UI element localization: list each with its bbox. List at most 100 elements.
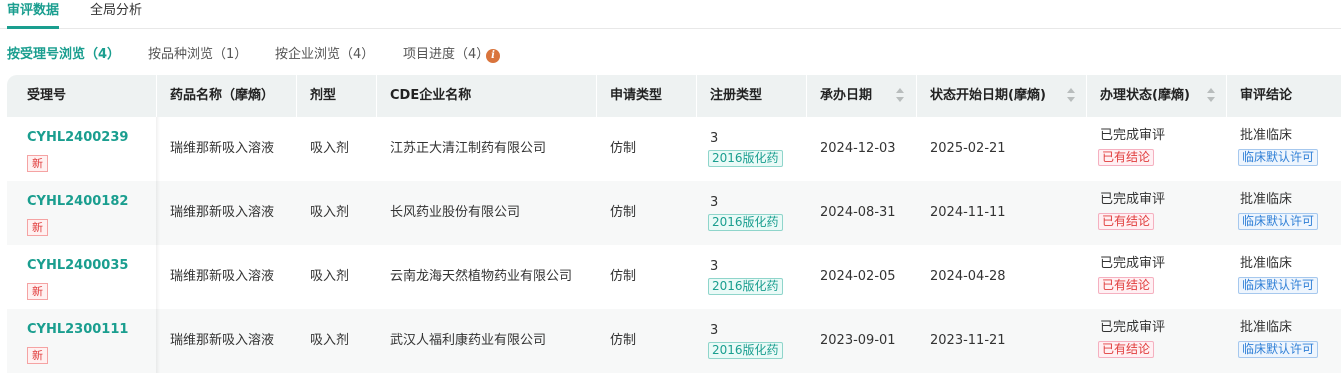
col-company-label: CDE企业名称 [390,88,472,103]
status-value: 已完成审评 [1100,320,1166,335]
reg-version-tag: 2016版化药 [708,278,783,295]
reg-class-value: 3 [710,195,719,210]
undertake-date-cell: 2024-08-31 [820,205,896,220]
subtab-by-company[interactable]: 按企业浏览（4） [275,45,374,65]
conclusion-cell: 批准临床 临床默认许可 [1227,245,1341,309]
status-start-date-cell: 2023-11-21 [930,333,1006,348]
info-icon[interactable]: i [486,49,500,63]
reg-class-value: 3 [710,259,719,274]
application-type-cell: 仿制 [610,333,637,348]
reg-type-cell: 3 2016版化药 [697,117,807,181]
status-cell: 已完成审评 已有结论 [1087,181,1227,245]
subtab-project-progress[interactable]: 项目进度（4） [403,45,489,65]
reg-type-cell: 3 2016版化药 [697,309,807,373]
status-cell: 已完成审评 已有结论 [1087,117,1227,181]
fixed-column-shadow [156,117,160,373]
col-reg-type-label: 注册类型 [710,88,763,103]
company-cell: 云南龙海天然植物药业有限公司 [390,269,573,284]
conclusion-tag: 临床默认许可 [1238,213,1319,230]
undertake-date-cell: 2024-02-05 [820,269,896,284]
conclusion-value: 批准临床 [1240,128,1293,143]
sort-icon[interactable] [896,88,904,104]
sort-icon[interactable] [1207,88,1215,104]
acceptance-no-link[interactable]: CYHL2400035 [27,257,128,275]
acceptance-no-link[interactable]: CYHL2300111 [27,321,128,339]
dosage-form-cell: 吸入剂 [310,141,350,156]
col-acceptance-no-label: 受理号 [27,88,67,103]
new-badge: 新 [27,283,48,300]
col-status-label: 办理状态(摩熵) [1100,88,1190,103]
undertake-date-cell: 2024-12-03 [820,141,896,156]
new-badge: 新 [27,155,48,172]
conclusion-cell: 批准临床 临床默认许可 [1227,117,1341,181]
new-badge: 新 [27,347,48,364]
application-type-cell: 仿制 [610,205,637,220]
col-dosage-form: 剂型 [297,75,377,117]
drug-name-cell: 瑞维那新吸入溶液 [170,205,275,220]
conclusion-value: 批准临床 [1240,192,1293,207]
col-application-type-label: 申请类型 [610,88,663,103]
conclusion-tag: 临床默认许可 [1238,341,1319,358]
table-row[interactable]: CYHL2400035 新 瑞维那新吸入溶液 吸入剂 云南龙海天然植物药业有限公… [7,245,1341,309]
sort-icon[interactable] [1067,88,1075,104]
tab-review-data[interactable]: 审评数据 [7,2,59,20]
reg-version-tag: 2016版化药 [708,342,783,359]
tab-global-analysis[interactable]: 全局分析 [90,2,142,20]
drug-name-cell: 瑞维那新吸入溶液 [170,269,275,284]
company-cell: 长风药业股份有限公司 [390,205,521,220]
drug-name-cell: 瑞维那新吸入溶液 [170,141,275,156]
col-application-type: 申请类型 [597,75,697,117]
col-undertake-date[interactable]: 承办日期 [807,75,917,117]
col-dosage-form-label: 剂型 [310,88,337,103]
subtab-by-variety[interactable]: 按品种浏览（1） [148,45,247,65]
col-status[interactable]: 办理状态(摩熵) [1087,75,1227,117]
status-cell: 已完成审评 已有结论 [1087,245,1227,309]
table-header: 受理号 药品名称（摩熵） 剂型 CDE企业名称 申请类型 注册类型 承办日期 状… [7,75,1341,117]
col-drug-name: 药品名称（摩熵） [157,75,297,117]
acceptance-no-link[interactable]: CYHL2400182 [27,193,128,211]
acceptance-no-link[interactable]: CYHL2400239 [27,129,128,147]
col-drug-name-label: 药品名称（摩熵） [170,88,275,103]
company-cell: 武汉人福利康药业有限公司 [390,333,547,348]
conclusion-cell: 批准临床 临床默认许可 [1227,309,1341,373]
table-row[interactable]: CYHL2400182 新 瑞维那新吸入溶液 吸入剂 长风药业股份有限公司 仿制… [7,181,1341,245]
reg-type-cell: 3 2016版化药 [697,245,807,309]
col-conclusion: 审评结论 [1227,75,1341,117]
dosage-form-cell: 吸入剂 [310,333,350,348]
reg-class-value: 3 [710,323,719,338]
table-row[interactable]: CYHL2400239 新 瑞维那新吸入溶液 吸入剂 江苏正大清江制药有限公司 … [7,117,1341,181]
col-undertake-date-label: 承办日期 [820,88,873,103]
subtab-by-acceptance-no[interactable]: 按受理号浏览（4） [7,45,120,65]
table-row[interactable]: CYHL2300111 新 瑞维那新吸入溶液 吸入剂 武汉人福利康药业有限公司 … [7,309,1341,373]
new-badge: 新 [27,219,48,236]
status-cell: 已完成审评 已有结论 [1087,309,1227,373]
active-tab-underline [7,26,59,29]
col-company: CDE企业名称 [377,75,597,117]
status-start-date-cell: 2024-11-11 [930,205,1006,220]
conclusion-tag: 临床默认许可 [1238,149,1319,166]
reg-version-tag: 2016版化药 [708,214,783,231]
undertake-date-cell: 2023-09-01 [820,333,896,348]
status-tag: 已有结论 [1098,213,1155,230]
conclusion-value: 批准临床 [1240,256,1293,271]
company-cell: 江苏正大清江制药有限公司 [390,141,547,156]
dosage-form-cell: 吸入剂 [310,205,350,220]
top-tab-bar: 审评数据 全局分析 [0,0,1341,29]
application-type-cell: 仿制 [610,141,637,156]
reg-version-tag: 2016版化药 [708,150,783,167]
reg-class-value: 3 [710,131,719,146]
col-acceptance-no: 受理号 [7,75,157,117]
status-tag: 已有结论 [1098,341,1155,358]
status-start-date-cell: 2024-04-28 [930,269,1006,284]
col-conclusion-label: 审评结论 [1240,88,1293,103]
status-tag: 已有结论 [1098,149,1155,166]
status-value: 已完成审评 [1100,256,1166,271]
col-status-start-date-label: 状态开始日期(摩熵) [930,88,1046,103]
status-value: 已完成审评 [1100,128,1166,143]
reg-type-cell: 3 2016版化药 [697,181,807,245]
conclusion-value: 批准临床 [1240,320,1293,335]
status-value: 已完成审评 [1100,192,1166,207]
col-reg-type: 注册类型 [697,75,807,117]
col-status-start-date[interactable]: 状态开始日期(摩熵) [917,75,1087,117]
status-tag: 已有结论 [1098,277,1155,294]
